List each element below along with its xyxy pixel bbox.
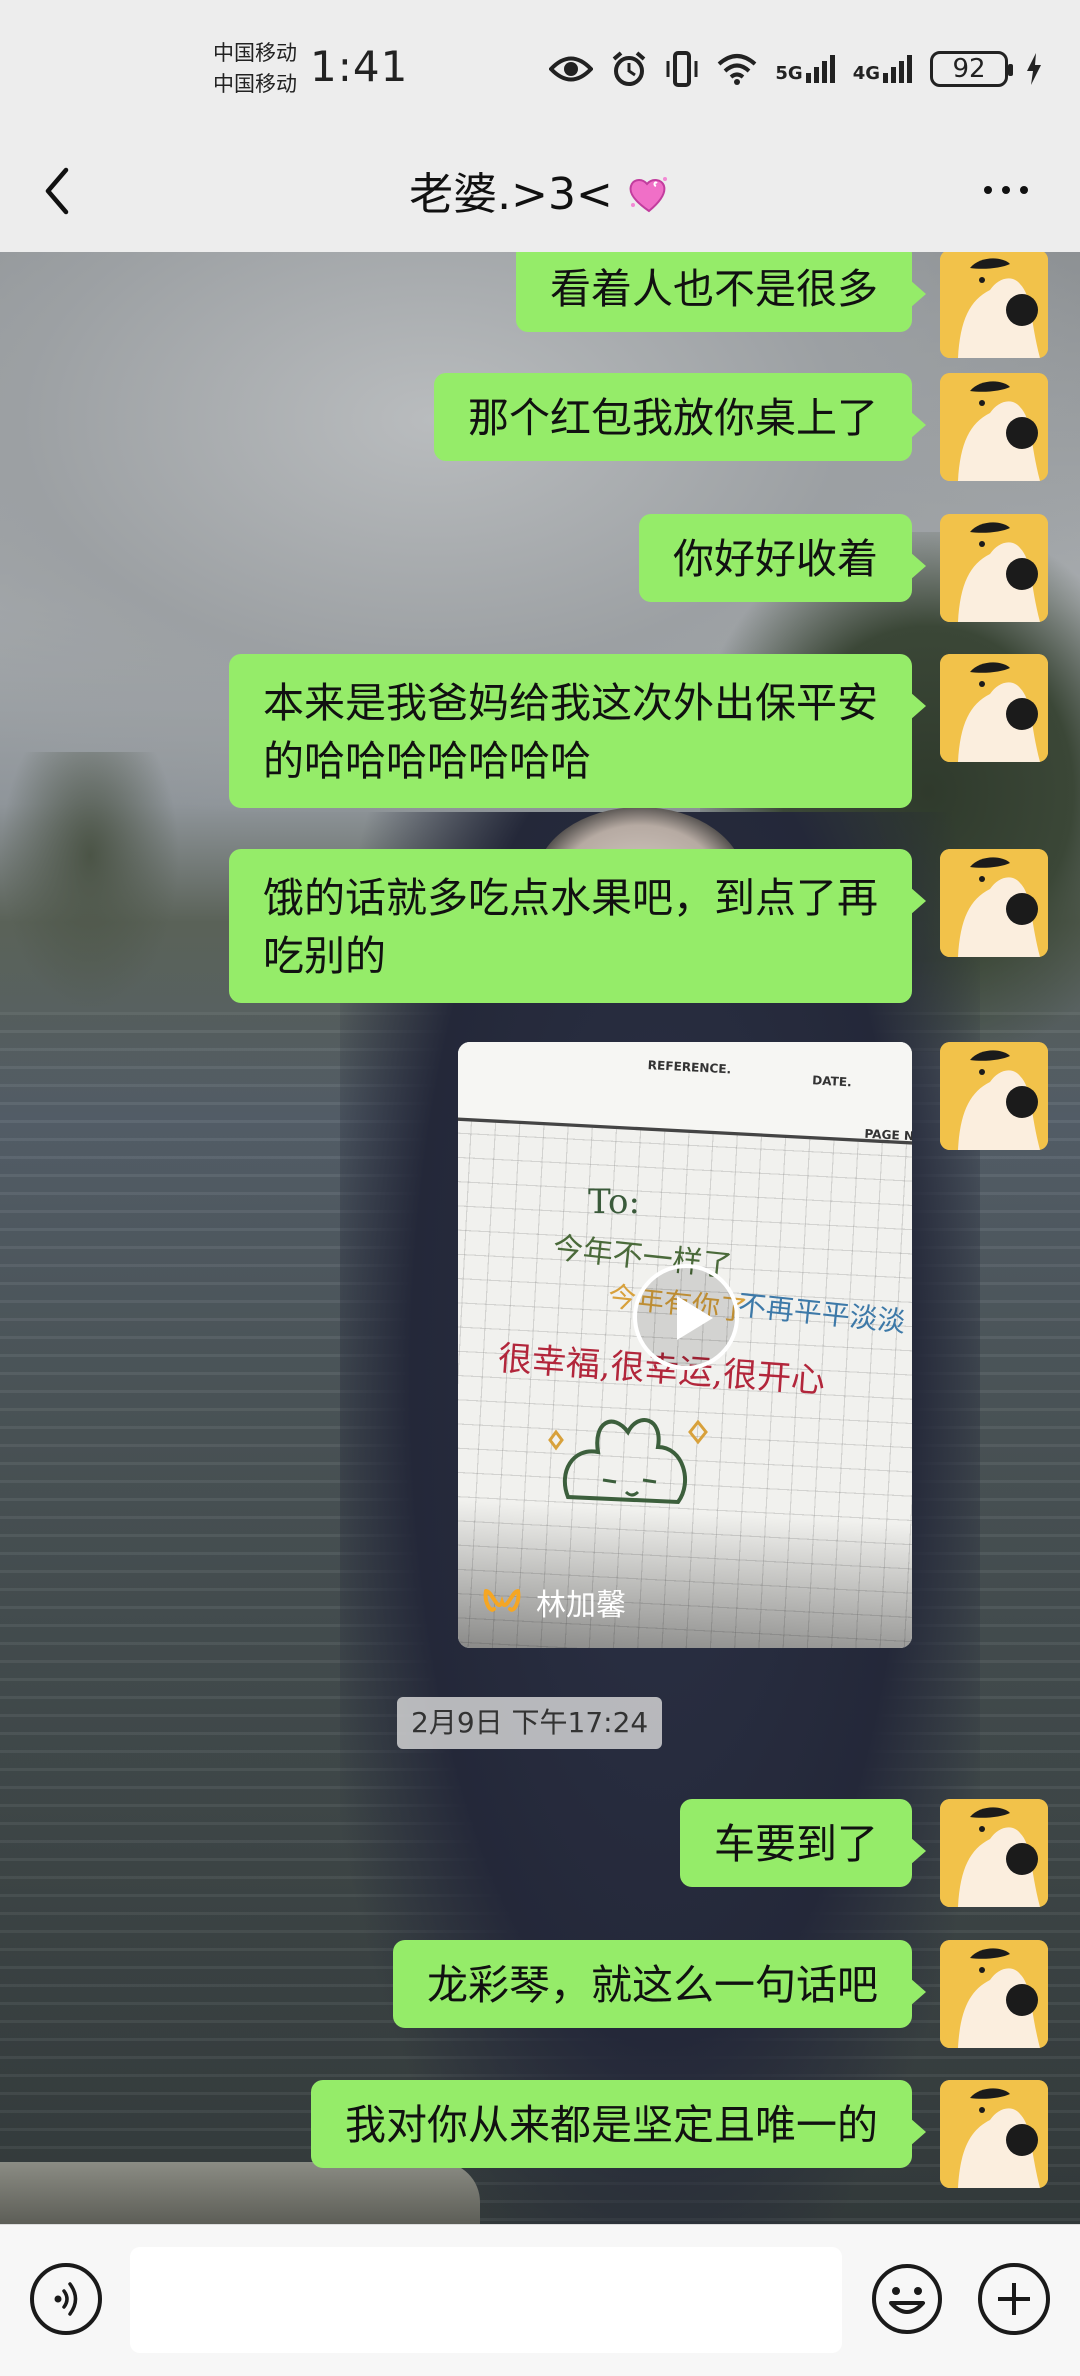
background-tree (0, 752, 180, 1012)
signal-2: 4G (853, 55, 912, 83)
carrier-labels: 中国移动 中国移动 (213, 38, 297, 100)
status-time: 1:41 (310, 42, 409, 91)
chat-title: 老婆.>3< (0, 158, 1080, 222)
message-bubble[interactable]: 你好好收着 (639, 514, 926, 602)
message-bubble[interactable]: 那个红包我放你桌上了 (434, 373, 926, 461)
background-rocks (0, 2162, 480, 2224)
avatar[interactable] (940, 1799, 1048, 1907)
wifi-icon (718, 54, 757, 85)
message-bubble[interactable]: 本来是我爸妈给我这次外出保平安 的哈哈哈哈哈哈哈 (229, 654, 926, 808)
avatar[interactable] (940, 1042, 1048, 1150)
chat-header: 老婆.>3< (0, 130, 1080, 252)
message-input[interactable] (130, 2247, 842, 2353)
alarm-icon (613, 51, 646, 86)
chat-area[interactable]: 看着人也不是很多 那个红包我放你桌上了 你好好收着 本来是我爸妈给我这次外出保平… (0, 252, 1080, 2224)
avatar[interactable] (940, 252, 1048, 358)
signal-icon (805, 55, 835, 83)
avatar[interactable] (940, 2080, 1048, 2188)
battery-icon: 92 (930, 51, 1013, 87)
voice-input-icon[interactable] (30, 2263, 102, 2335)
eye-icon (549, 56, 594, 82)
avatar[interactable] (940, 373, 1048, 481)
message-bubble[interactable]: 看着人也不是很多 (516, 252, 926, 332)
battery-level: 92 (952, 54, 986, 84)
signal-icon (883, 55, 912, 83)
video-channel[interactable]: 林加馨 (482, 1580, 626, 1624)
more-icon[interactable] (984, 186, 1028, 194)
status-bar: 中国移动 中国移动 1:41 5G 4G 92 (0, 0, 1080, 130)
carrier-1: 中国移动 (213, 41, 297, 65)
avatar[interactable] (940, 849, 1048, 957)
emoji-icon[interactable] (871, 2263, 943, 2335)
add-attachment-icon[interactable] (978, 2263, 1050, 2335)
channels-icon (483, 1589, 521, 1612)
message-bubble[interactable]: 饿的话就多吃点水果吧，到点了再 吃别的 (229, 849, 926, 1003)
avatar[interactable] (940, 654, 1048, 762)
play-icon[interactable] (633, 1264, 739, 1370)
handwriting-line: To: (588, 1182, 640, 1222)
vibrate-icon (666, 51, 698, 87)
notebook-label: REFERENCE. (647, 1058, 732, 1077)
message-bubble[interactable]: 车要到了 (680, 1799, 926, 1887)
rabbit-doodle (548, 1418, 708, 1505)
charging-icon (1027, 53, 1041, 85)
contact-name: 老婆.>3< (409, 169, 613, 220)
signal-1: 5G (775, 55, 835, 83)
carrier-2: 中国移动 (213, 72, 297, 96)
channel-name: 林加馨 (536, 1588, 626, 1623)
message-bubble[interactable]: 龙彩琴，就这么一句话吧 (393, 1940, 926, 2028)
timestamp: 2月9日 下午17:24 (397, 1697, 663, 1749)
status-icons: 5G 4G 92 (549, 44, 1042, 94)
sparkling-heart-icon (629, 177, 667, 213)
notebook-label: PAGE NO. (864, 1126, 912, 1145)
avatar[interactable] (940, 1940, 1048, 2048)
input-bar (0, 2224, 1080, 2376)
video-card[interactable]: REFERENCE. DATE. PAGE NO. To: 今年不一样了 不再平… (458, 1042, 912, 1648)
message-bubble[interactable]: 我对你从来都是坚定且唯一的 (311, 2080, 926, 2168)
notebook-label: DATE. (811, 1073, 853, 1090)
avatar[interactable] (940, 514, 1048, 622)
